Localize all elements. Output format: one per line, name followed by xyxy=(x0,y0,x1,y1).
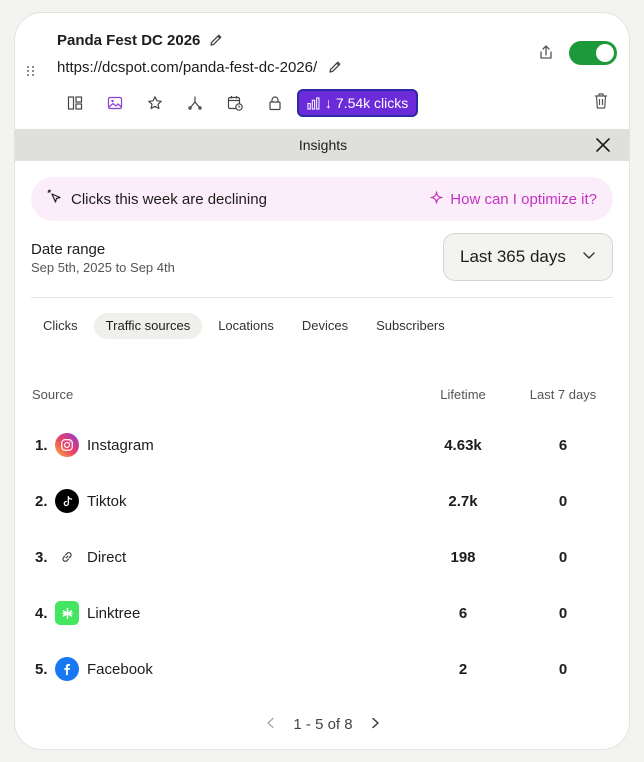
optimize-text: How can I optimize it? xyxy=(450,190,597,208)
source-name: Tiktok xyxy=(87,493,127,510)
alert-message: Clicks this week are declining xyxy=(47,189,267,209)
date-range-value: Last 365 days xyxy=(460,247,566,266)
table-row: 1. Instagram 4.63k 6 xyxy=(15,433,629,457)
link-enabled-toggle[interactable] xyxy=(569,41,617,65)
clicks-insights-button[interactable]: ↓ 7.54k clicks xyxy=(297,89,419,117)
layout-icon[interactable] xyxy=(55,89,95,117)
link-toolbar: ↓ 7.54k clicks xyxy=(55,89,419,117)
date-range-select[interactable]: Last 365 days xyxy=(443,233,613,281)
instagram-icon xyxy=(55,433,79,457)
share-icon[interactable] xyxy=(537,43,555,61)
date-range-subtitle: Sep 5th, 2025 to Sep 4th xyxy=(31,260,175,275)
link-card: Panda Fest DC 2026 https://dcspot.com/pa… xyxy=(14,12,630,750)
toggle-knob xyxy=(596,44,614,62)
star-icon[interactable] xyxy=(135,89,175,117)
image-icon[interactable] xyxy=(95,89,135,117)
link-icon xyxy=(55,545,79,569)
chevron-left-icon[interactable] xyxy=(265,716,277,733)
tab-traffic-sources[interactable]: Traffic sources xyxy=(93,313,203,339)
lifetime-value: 2.7k xyxy=(448,493,478,510)
tiktok-icon xyxy=(55,489,79,513)
title-row: Panda Fest DC 2026 xyxy=(57,29,224,51)
optimize-link[interactable]: How can I optimize it? xyxy=(429,190,597,209)
linktree-icon xyxy=(55,601,79,625)
table-row: 4. Linktree 6 0 xyxy=(15,601,629,625)
row-rank: 5. xyxy=(35,661,48,678)
insights-tabs: Clicks Traffic sources Locations Devices… xyxy=(31,313,457,339)
table-row: 3. Direct 198 0 xyxy=(15,545,629,569)
trash-icon[interactable] xyxy=(593,92,609,110)
row-rank: 3. xyxy=(35,549,48,566)
cursor-click-icon xyxy=(47,189,63,209)
table-row: 2. Tiktok 2.7k 0 xyxy=(15,489,629,513)
last-7-days-value: 0 xyxy=(558,661,568,678)
chevron-right-icon[interactable] xyxy=(369,716,381,733)
pagination-label: 1 - 5 of 8 xyxy=(293,715,353,733)
link-title[interactable]: Panda Fest DC 2026 xyxy=(57,32,200,49)
pagination: 1 - 5 of 8 xyxy=(15,713,629,735)
column-header-source: Source xyxy=(32,387,74,402)
edit-url-icon[interactable] xyxy=(327,59,343,75)
row-rank: 1. xyxy=(35,437,48,454)
source-name: Direct xyxy=(87,549,127,566)
facebook-icon xyxy=(55,657,79,681)
column-header-last-7-days: Last 7 days xyxy=(529,387,597,402)
tab-clicks[interactable]: Clicks xyxy=(31,313,90,339)
tab-subscribers[interactable]: Subscribers xyxy=(364,313,457,339)
lifetime-value: 198 xyxy=(450,549,476,566)
last-7-days-value: 0 xyxy=(558,605,568,622)
clicks-alert: Clicks this week are declining How can I… xyxy=(31,177,613,221)
drag-handle-icon[interactable] xyxy=(25,65,37,77)
last-7-days-value: 0 xyxy=(558,493,568,510)
sparkle-icon xyxy=(429,190,444,209)
redirect-icon[interactable] xyxy=(175,89,215,117)
source-name: Linktree xyxy=(87,605,141,622)
insights-header: Insights xyxy=(15,129,629,161)
row-rank: 2. xyxy=(35,493,48,510)
source-name: Facebook xyxy=(87,661,153,678)
link-url[interactable]: https://dcspot.com/panda-fest-dc-2026/ xyxy=(57,59,317,76)
chevron-down-icon xyxy=(582,247,596,267)
tab-devices[interactable]: Devices xyxy=(290,313,360,339)
date-range-label: Date range xyxy=(31,241,106,258)
alert-text: Clicks this week are declining xyxy=(71,190,267,208)
divider xyxy=(31,297,613,298)
insights-title: Insights xyxy=(298,137,348,153)
edit-title-icon[interactable] xyxy=(208,32,224,48)
row-rank: 4. xyxy=(35,605,48,622)
lifetime-value: 6 xyxy=(458,605,468,622)
clicks-label: 7.54k clicks xyxy=(335,95,409,111)
last-7-days-value: 0 xyxy=(558,549,568,566)
lifetime-value: 2 xyxy=(458,661,468,678)
table-row: 5. Facebook 2 0 xyxy=(15,657,629,681)
url-row: https://dcspot.com/panda-fest-dc-2026/ xyxy=(57,57,343,77)
schedule-icon[interactable] xyxy=(215,89,255,117)
clicks-count: ↓ 7.54k clicks xyxy=(325,95,409,111)
lifetime-value: 4.63k xyxy=(444,437,482,454)
source-name: Instagram xyxy=(87,437,154,454)
last-7-days-value: 6 xyxy=(558,437,568,454)
lock-icon[interactable] xyxy=(255,89,295,117)
tab-locations[interactable]: Locations xyxy=(206,313,286,339)
close-icon[interactable] xyxy=(595,137,611,153)
column-header-lifetime: Lifetime xyxy=(440,387,486,402)
bar-chart-icon xyxy=(307,96,320,110)
